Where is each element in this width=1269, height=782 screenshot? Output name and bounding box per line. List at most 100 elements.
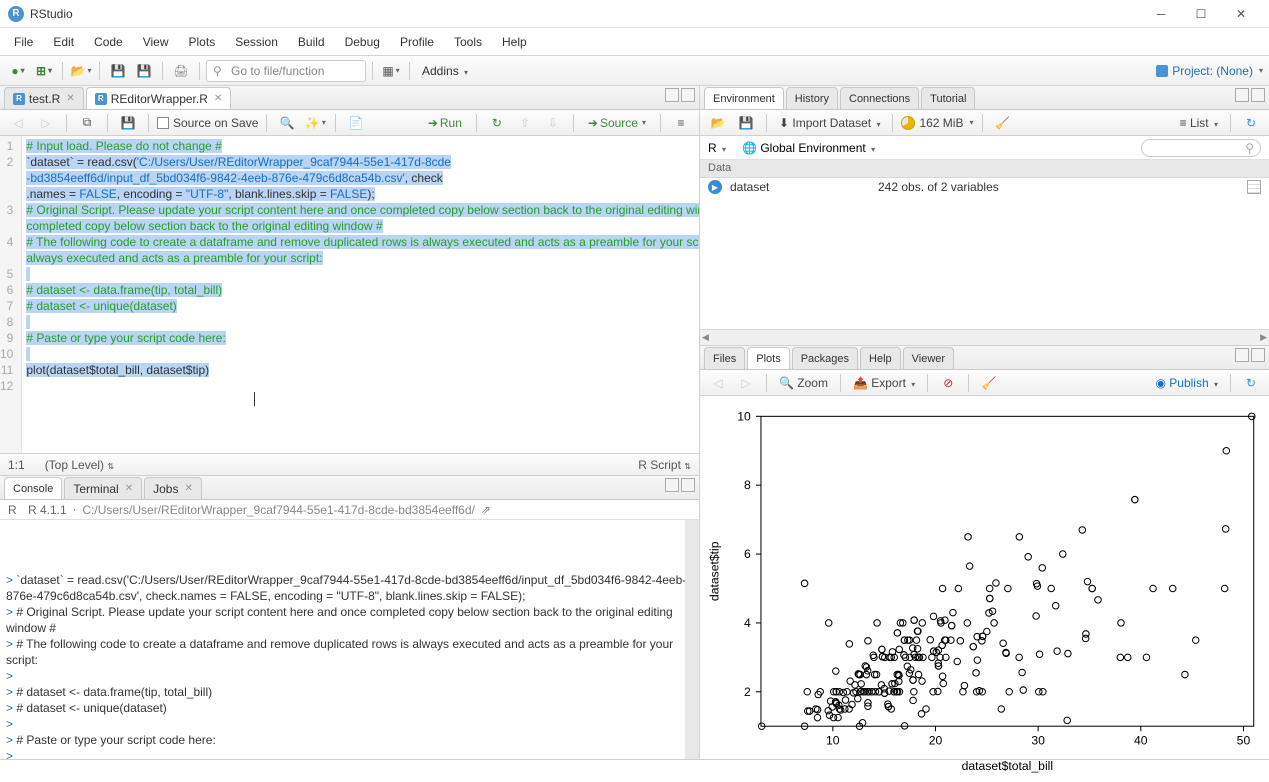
tab-help[interactable]: Help	[860, 347, 901, 369]
env-search-input[interactable]: ⚲	[1141, 139, 1261, 157]
menu-code[interactable]: Code	[84, 31, 133, 53]
close-button[interactable]: ✕	[1221, 2, 1261, 26]
menu-debug[interactable]: Debug	[335, 31, 390, 53]
code-area[interactable]: # Input load. Please do not change #`dat…	[22, 136, 699, 453]
export-button[interactable]: 📤 Export ▾	[849, 374, 919, 392]
project-selector[interactable]: Project: (None) ▾	[1156, 64, 1263, 78]
env-hscroll[interactable]: ◀▶	[700, 329, 1269, 345]
grid-button[interactable]: ▦▾	[379, 60, 403, 82]
language-selector[interactable]: R Script ⇅	[638, 458, 691, 472]
search-icon: ⚲	[213, 64, 222, 78]
go-up-button[interactable]: ⇧	[513, 112, 537, 134]
tab-test-r[interactable]: Rtest.R✕	[4, 87, 84, 109]
menu-session[interactable]: Session	[225, 31, 288, 53]
pane-window-buttons[interactable]	[665, 478, 695, 492]
lang-selector[interactable]: R ▾	[708, 141, 726, 155]
list-view-button[interactable]: ≡ List ▾	[1176, 114, 1222, 132]
clear-plots-button[interactable]: 🧹	[977, 372, 1001, 394]
tab-environment[interactable]: Environment	[704, 87, 784, 109]
refresh-env-button[interactable]: ↻	[1239, 112, 1263, 134]
tab-packages[interactable]: Packages	[792, 347, 858, 369]
prev-plot-button[interactable]: ◁	[706, 372, 730, 394]
svg-text:10: 10	[737, 409, 751, 423]
env-row-dataset[interactable]: ▶ dataset 242 obs. of 2 variables	[700, 178, 1269, 196]
forward-button[interactable]: ▷	[34, 112, 58, 134]
minimize-button[interactable]: ─	[1141, 2, 1181, 26]
scrollbar[interactable]	[685, 520, 699, 759]
env-section-data: Data	[700, 160, 1269, 178]
tab-files[interactable]: Files	[704, 347, 745, 369]
goto-file-input[interactable]: ⚲ Go to file/function	[206, 60, 366, 82]
menu-profile[interactable]: Profile	[390, 31, 444, 53]
close-icon[interactable]: ✕	[66, 93, 74, 104]
menu-view[interactable]: View	[133, 31, 179, 53]
publish-button[interactable]: ◉ Publish ▾	[1151, 374, 1222, 392]
tab-reditorwrapper-r[interactable]: RREditorWrapper.R✕	[86, 87, 232, 109]
rerun-button[interactable]: ↻	[485, 112, 509, 134]
open-file-button[interactable]: 📂▾	[69, 60, 93, 82]
menu-tools[interactable]: Tools	[444, 31, 492, 53]
new-project-button[interactable]: ⊞▾	[32, 60, 56, 82]
close-icon[interactable]: ✕	[214, 93, 222, 104]
memory-usage[interactable]: 162 MiB ▾	[901, 116, 973, 130]
save-source-button[interactable]: 💾	[116, 112, 140, 134]
addins-button[interactable]: Addins ▾	[416, 62, 474, 80]
svg-text:dataset$total_bill: dataset$total_bill	[962, 759, 1053, 773]
source-button[interactable]: ➔ Source ▾	[582, 114, 652, 132]
import-dataset-button[interactable]: ⬇ Import Dataset ▾	[775, 114, 884, 132]
menu-plots[interactable]: Plots	[179, 31, 226, 53]
wand-button[interactable]: ✨▾	[303, 112, 327, 134]
goto-placeholder: Go to file/function	[231, 64, 324, 78]
show-in-new-window-button[interactable]: ⧉	[75, 112, 99, 134]
zoom-button[interactable]: 🔍 Zoom	[775, 374, 832, 392]
back-button[interactable]: ◁	[6, 112, 30, 134]
maximize-button[interactable]: ☐	[1181, 2, 1221, 26]
plots-tabs: Files Plots Packages Help Viewer	[700, 346, 1269, 370]
tab-history[interactable]: History	[786, 87, 838, 109]
svg-text:2: 2	[744, 685, 751, 699]
tab-tutorial[interactable]: Tutorial	[921, 87, 975, 109]
tab-terminal[interactable]: Terminal✕	[64, 477, 142, 499]
go-down-button[interactable]: ⇩	[541, 112, 565, 134]
svg-text:10: 10	[826, 733, 840, 747]
expand-icon[interactable]: ▶	[708, 180, 722, 194]
clear-workspace-button[interactable]: 🧹	[991, 112, 1015, 134]
menu-build[interactable]: Build	[288, 31, 335, 53]
separator	[409, 62, 410, 80]
scope-selector[interactable]: (Top Level) ⇅	[45, 458, 114, 472]
compile-report-button[interactable]: 📄	[344, 112, 368, 134]
save-workspace-button[interactable]: 💾	[734, 112, 758, 134]
console-output[interactable]: > `dataset` = read.csv('C:/Users/User/RE…	[0, 520, 699, 759]
menu-file[interactable]: File	[4, 31, 43, 53]
save-all-button[interactable]: 💾	[132, 60, 156, 82]
run-button[interactable]: ➔ Run	[422, 114, 468, 132]
remove-plot-button[interactable]: ⊘	[936, 372, 960, 394]
menu-help[interactable]: Help	[492, 31, 537, 53]
next-plot-button[interactable]: ▷	[734, 372, 758, 394]
pane-window-buttons[interactable]	[1235, 88, 1265, 102]
tab-connections[interactable]: Connections	[840, 87, 919, 109]
svg-text:4: 4	[744, 616, 751, 630]
refresh-plot-button[interactable]: ↻	[1239, 372, 1263, 394]
find-button[interactable]: 🔍	[275, 112, 299, 134]
tab-plots[interactable]: Plots	[747, 347, 789, 369]
wd-icon[interactable]: ⇗	[481, 503, 491, 517]
pane-window-buttons[interactable]	[665, 88, 695, 102]
tab-console[interactable]: Console	[4, 477, 62, 499]
pane-window-buttons[interactable]	[1235, 348, 1265, 362]
load-workspace-button[interactable]: 📂	[706, 112, 730, 134]
new-file-button[interactable]: ●▾	[6, 60, 30, 82]
source-editor[interactable]: 12 3 4 56789101112 # Input load. Please …	[0, 136, 699, 453]
tab-viewer[interactable]: Viewer	[903, 347, 954, 369]
menu-edit[interactable]: Edit	[43, 31, 84, 53]
tab-jobs[interactable]: Jobs✕	[144, 477, 202, 499]
outline-button[interactable]: ≡	[669, 112, 693, 134]
separator	[99, 62, 100, 80]
print-button[interactable]: 🖨	[169, 60, 193, 82]
env-scope-selector[interactable]: 🌐 Global Environment ▾	[742, 141, 875, 155]
view-data-icon[interactable]	[1247, 180, 1261, 194]
source-toolbar: ◁ ▷ ⧉ 💾 Source on Save 🔍 ✨▾ 📄 ➔ Run ↻ ⇧	[0, 110, 699, 136]
svg-text:6: 6	[744, 547, 751, 561]
save-button[interactable]: 💾	[106, 60, 130, 82]
source-on-save-checkbox[interactable]	[157, 117, 169, 129]
